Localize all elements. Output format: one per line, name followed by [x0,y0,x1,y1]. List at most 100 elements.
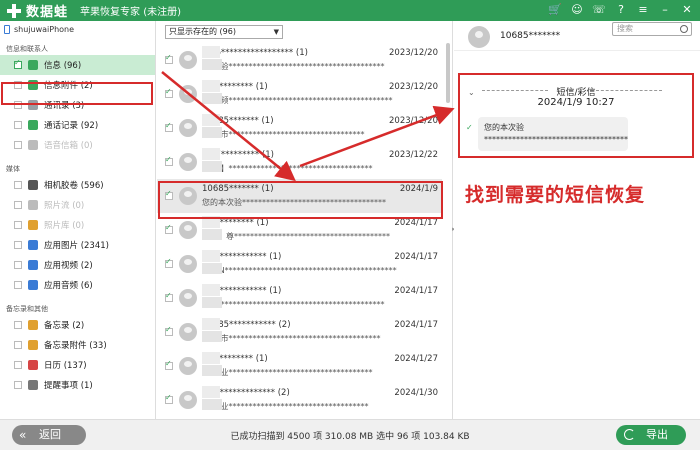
message-line-2: ************************************ [484,135,628,144]
help-icon[interactable]: ? [614,3,628,17]
row-checkbox[interactable] [165,223,173,234]
sidebar-item[interactable]: 应用音频 (6) [0,275,155,295]
checkbox[interactable] [14,58,22,69]
app-video-icon [28,260,38,270]
search-input[interactable]: 搜索 [612,22,692,36]
checkbox[interactable] [14,181,22,189]
menu-icon[interactable]: ≡ [636,3,650,17]
checkbox[interactable] [14,381,22,389]
device-name: shujuwaiPhone [14,24,75,34]
cart-icon[interactable]: 🛒 [548,3,562,17]
row-checkbox[interactable] [165,155,173,166]
checkbox[interactable] [14,141,22,149]
app-subtitle: 苹果恢复专家 (未注册) [80,7,181,18]
avatar-icon [179,153,197,171]
checkbox[interactable] [14,281,22,289]
row-preview: 【 粗市********************************** [202,130,365,139]
redaction [202,229,222,240]
sidebar-item[interactable]: 日历 (137) [0,355,155,375]
export-icon [624,429,635,440]
message-row[interactable]: 10 ************ (1)2024/1/17【 DN********… [157,247,442,281]
calendar-icon [28,360,38,370]
sidebar-item[interactable]: 信息 (96) [0,55,155,75]
close-icon[interactable]: ✕ [680,3,694,17]
checkbox[interactable] [14,361,22,369]
camera-icon [28,180,38,190]
redaction [202,93,222,104]
row-checkbox[interactable] [165,359,173,370]
message-detail-panel: 10685******* ⌄ 短信/彩信 2024/1/9 10:27 您的本次… [454,21,700,419]
section-memo-other: 备忘录和其他 [6,305,48,313]
row-preview: 【 步】************************************ [202,164,373,173]
avatar-icon [179,51,197,69]
sidebar-item[interactable]: 备忘录附件 (33) [0,335,155,355]
sidebar-item[interactable]: 应用视频 (2) [0,255,155,275]
row-checkbox[interactable] [165,257,173,268]
export-button[interactable]: 导出 [616,425,686,445]
redaction [202,114,220,126]
checkbox[interactable] [14,261,22,269]
redaction [202,399,222,410]
message-row[interactable]: 10 ************** (2)2024/1/30【 企业******… [157,383,442,417]
reminder-icon [28,380,38,390]
sidebar-item[interactable]: 照片库 (0) [0,215,155,235]
checkbox[interactable] [14,241,22,249]
sidebar-item[interactable]: 通话记录 (92) [0,115,155,135]
message-row[interactable]: 10 ************ (1)2024/1/17【 】*********… [157,281,442,315]
filter-dropdown[interactable]: 只显示存在的 (96) ▼ [165,25,283,39]
message-checkbox[interactable] [466,123,474,135]
sidebar-item[interactable]: 照片流 (0) [0,195,155,215]
redaction [202,386,220,398]
sidebar-item-label: 应用图片 (2341) [44,241,109,251]
list-scrollbar[interactable] [446,43,450,103]
row-date: 2024/1/27 [394,354,438,364]
redaction [202,318,220,330]
redaction [202,250,220,262]
row-preview: 【 】*************************************… [202,300,385,309]
device-label: shujuwaiPhone [0,21,155,37]
checkbox[interactable] [14,201,22,209]
search-icon[interactable] [680,25,688,33]
user-icon[interactable]: ☺ [570,3,584,17]
row-preview: 【 A】尊***********************************… [202,232,391,241]
row-checkbox[interactable] [165,53,173,64]
message-list-panel: 只显示存在的 (96) ▼ 10 6***************** (1)2… [157,21,453,419]
checkbox[interactable] [14,341,22,349]
sidebar-item[interactable]: 备忘录 (2) [0,315,155,335]
row-date: 2024/1/30 [394,388,438,398]
row-date: 2024/1/17 [394,218,438,228]
checkbox[interactable] [14,321,22,329]
chat-icon[interactable]: ☏ [592,3,606,17]
sidebar-item[interactable]: 相机胶卷 (596) [0,175,155,195]
row-checkbox[interactable] [165,325,173,336]
message-row[interactable]: ************ (1)2024/1/27【 企业***********… [157,349,442,383]
message-row[interactable]: 10 7********* (1)2023/12/22【 步】*********… [157,145,442,179]
message-row[interactable]: ************ (1)2023/12/20【 视频**********… [157,77,442,111]
app-audio-icon [28,280,38,290]
redaction [202,148,220,160]
message-row[interactable]: 10 6***************** (1)2023/12/20【 】验*… [157,43,442,77]
avatar-icon [179,85,197,103]
message-row[interactable]: 10685*********** (2)2024/1/17【 趣市*******… [157,315,442,349]
phone-icon [4,24,10,34]
call-log-icon [28,120,38,130]
sidebar-item[interactable]: 语音信箱 (0) [0,135,155,155]
row-checkbox[interactable] [165,121,173,132]
row-checkbox[interactable] [165,393,173,404]
row-checkbox[interactable] [165,87,173,98]
checkbox[interactable] [14,121,22,129]
row-date: 2024/1/17 [394,320,438,330]
redaction [202,365,222,376]
row-date: 2023/12/20 [389,116,438,126]
export-label: 导出 [646,428,668,441]
sidebar-item-label: 信息 (96) [44,61,82,71]
sidebar-item-label: 相机胶卷 (596) [44,181,104,191]
sidebar-item[interactable]: 应用图片 (2341) [0,235,155,255]
sidebar-item[interactable]: 提醒事项 (1) [0,375,155,395]
category-sidebar: shujuwaiPhone 信息和联系人 信息 (96)信息附件 (2)通讯录 … [0,21,156,419]
message-row[interactable]: 10685******* (1)2023/12/20【 粗市**********… [157,111,442,145]
minimize-icon[interactable]: – [658,3,672,17]
row-checkbox[interactable] [165,291,173,302]
sidebar-item-label: 照片流 (0) [44,201,85,211]
checkbox[interactable] [14,221,22,229]
